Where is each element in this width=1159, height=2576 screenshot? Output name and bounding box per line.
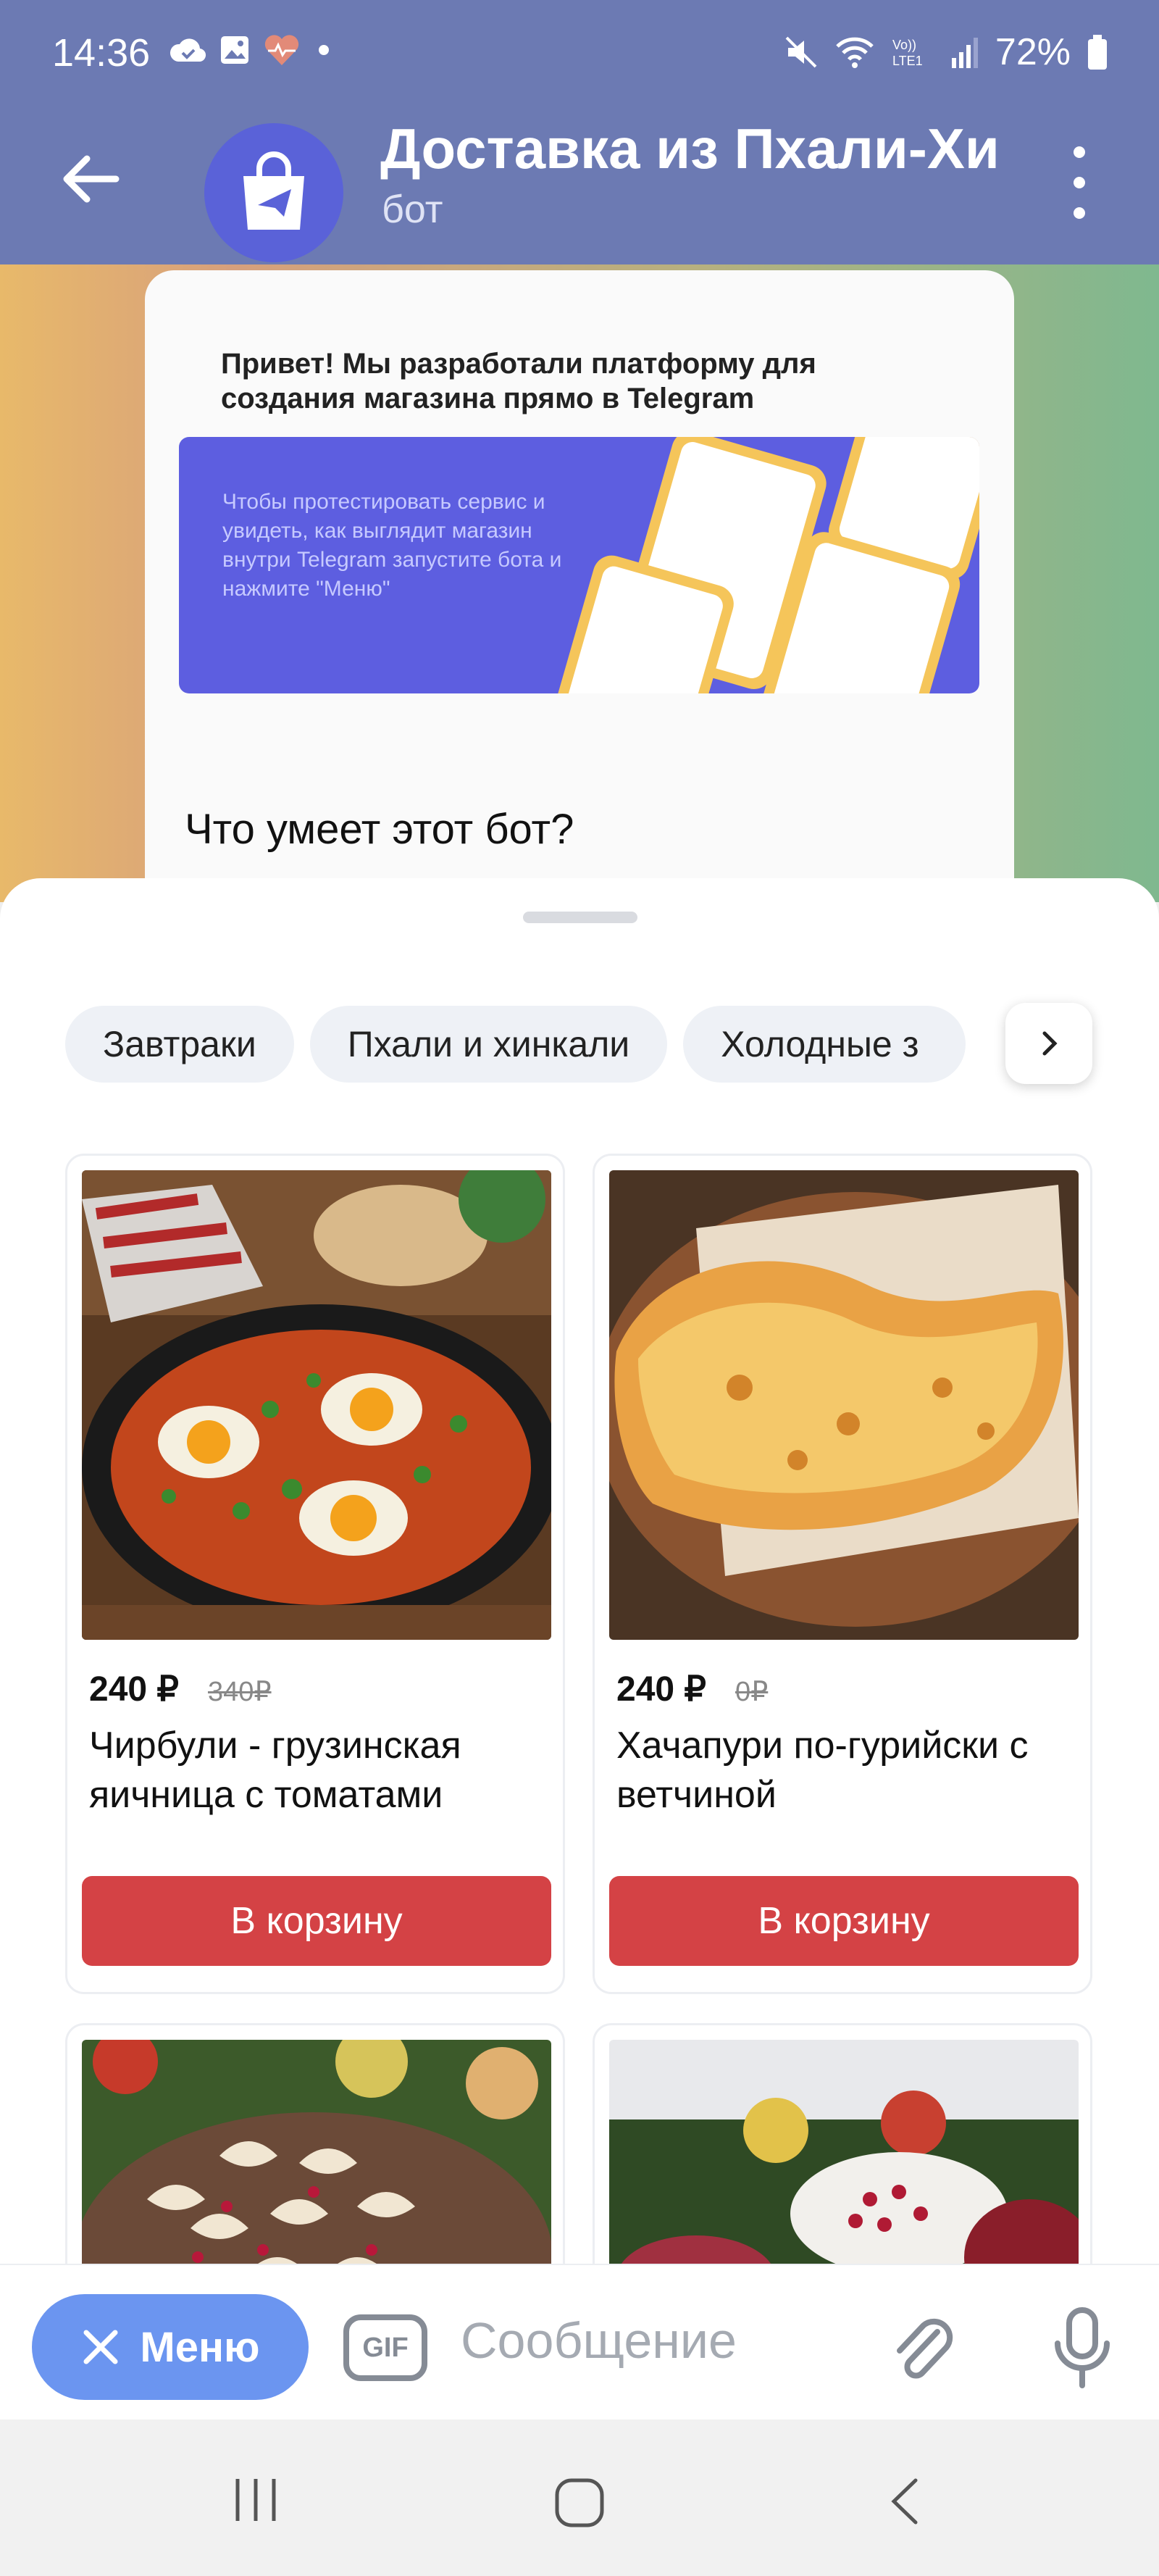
more-options-icon[interactable] (1065, 146, 1094, 219)
product-name: Чирбули - грузинская яичница с томатами (89, 1725, 461, 1816)
home-icon[interactable] (554, 2477, 605, 2528)
add-to-cart-button[interactable]: В корзину (82, 1876, 551, 1966)
price-row: 240 ₽ 340₽ (89, 1669, 272, 1709)
product-card[interactable]: 240 ₽ 0₽ Хачапури по-гурийски с ветчиной… (593, 1154, 1092, 1994)
nav-back-icon[interactable] (884, 2476, 927, 2527)
category-chip-cold[interactable]: Холодные з (683, 1006, 966, 1083)
bot-question: Что умеет этот бот? (185, 806, 574, 853)
price-row: 240 ₽ 0₽ (616, 1669, 768, 1709)
close-icon (83, 2330, 118, 2364)
svg-text:Vo)): Vo)) (892, 38, 916, 52)
product-image (82, 1170, 551, 1640)
gif-button[interactable]: GIF (343, 2314, 427, 2381)
volte-icon: Vo)) LTE1 (892, 38, 923, 68)
cloud-check-icon (170, 38, 206, 62)
chat-subtitle: бот (382, 188, 443, 231)
system-navigation-bar (0, 2419, 1159, 2576)
chat-title: Доставка из Пхали-Хи (380, 117, 1000, 180)
microphone-icon[interactable] (1052, 2306, 1113, 2390)
intro-heading: Привет! Мы разработали платформу для соз… (221, 348, 816, 414)
old-price: 0₽ (735, 1677, 769, 1707)
paperclip-icon[interactable] (887, 2310, 959, 2390)
bot-avatar[interactable] (204, 123, 343, 262)
status-bar: 14:36 Vo)) LTE1 72% (0, 0, 1159, 109)
chat-header: Доставка из Пхали-Хи бот (0, 109, 1159, 264)
back-arrow-icon[interactable] (58, 146, 123, 212)
product-image (82, 2040, 551, 2264)
add-to-cart-button[interactable]: В корзину (609, 1876, 1079, 1966)
status-left-icons (168, 33, 335, 67)
gallery-icon (221, 36, 248, 64)
category-chips: Завтраки Пхали и хинкали Холодные з (65, 1006, 966, 1083)
dot-icon (319, 45, 329, 55)
bot-message-bubble: Привет! Мы разработали платформу для соз… (145, 270, 1014, 902)
promo-banner: Чтобы протестировать сервис и увидеть, к… (179, 437, 979, 693)
category-chip-breakfast[interactable]: Завтраки (65, 1006, 294, 1083)
current-price: 240 ₽ (89, 1670, 179, 1709)
old-price: 340₽ (207, 1677, 272, 1707)
battery-percent: 72% (995, 31, 1071, 73)
status-right-icons: Vo)) LTE1 72% (784, 30, 1108, 74)
menu-button[interactable]: Меню (32, 2294, 309, 2400)
product-card[interactable] (593, 2023, 1092, 2264)
promo-text: Чтобы протестировать сервис и увидеть, к… (222, 490, 562, 601)
recent-apps-icon[interactable] (230, 2475, 281, 2525)
message-input[interactable]: Сообщение (461, 2312, 737, 2369)
svg-text:LTE1: LTE1 (892, 54, 923, 68)
message-input-bar: Меню GIF Сообщение (0, 2264, 1159, 2419)
heart-pulse-icon (264, 35, 299, 65)
category-chip-pkhali[interactable]: Пхали и хинкали (309, 1006, 668, 1083)
product-image (609, 1170, 1079, 1640)
chevron-right-icon[interactable] (1005, 1003, 1092, 1084)
product-name: Хачапури по-гурийски с ветчиной (616, 1725, 1029, 1816)
status-time: 14:36 (52, 31, 151, 75)
product-card[interactable] (65, 2023, 565, 2264)
product-image (609, 2040, 1079, 2264)
chat-background: Привет! Мы разработали платформу для соз… (0, 264, 1159, 902)
shopping-bag-icon (243, 151, 304, 230)
product-card[interactable]: 240 ₽ 340₽ Чирбули - грузинская яичница … (65, 1154, 565, 1994)
current-price: 240 ₽ (616, 1670, 706, 1709)
signal-icon (951, 38, 978, 68)
shop-sheet: Завтраки Пхали и хинкали Холодные з 240 … (0, 878, 1159, 2264)
battery-icon (1088, 35, 1107, 70)
sheet-handle[interactable] (523, 912, 637, 923)
menu-button-label: Меню (140, 2323, 260, 2371)
mute-icon (785, 36, 817, 68)
app-header-area: 14:36 Vo)) LTE1 72% Доставка из Пхали-Хи … (0, 0, 1159, 264)
wifi-icon (836, 37, 874, 68)
